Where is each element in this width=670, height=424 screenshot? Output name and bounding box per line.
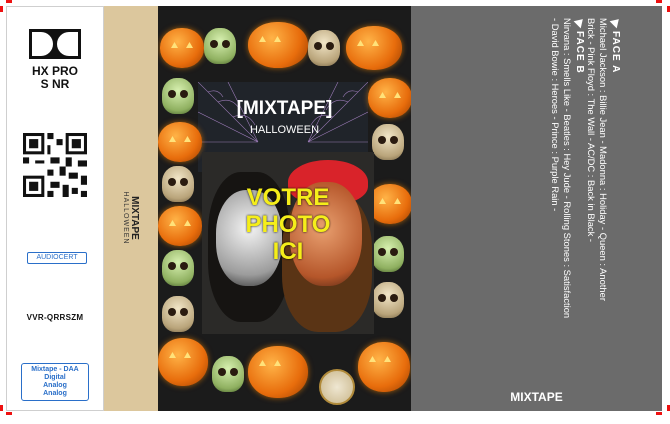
crop-mark bbox=[0, 6, 3, 12]
skull-icon bbox=[212, 356, 244, 392]
skull-icon bbox=[162, 296, 194, 332]
side-b-heading: FACE B bbox=[573, 15, 587, 398]
pumpkin-icon bbox=[248, 22, 308, 68]
format-box: Mixtape - DAA Digital Analog Analog bbox=[21, 363, 89, 401]
tracklist-line: Brick - Pink Floyd : The Wall - AC/DC : … bbox=[586, 18, 597, 243]
format-line: Analog bbox=[43, 390, 67, 397]
tracklist: FACE A Michael Jackson : Billie Jean - M… bbox=[391, 15, 623, 398]
pumpkin-icon bbox=[158, 122, 202, 162]
format-line: Mixtape - DAA bbox=[31, 366, 79, 373]
photo-placeholder-line: PHOTO bbox=[245, 211, 331, 238]
back-panel: FACE A Michael Jackson : Billie Jean - M… bbox=[411, 6, 662, 411]
photo-placeholder-line: ICI bbox=[272, 238, 304, 265]
tracklist-line: Michael Jackson : Billie Jean - Madonna … bbox=[598, 18, 609, 301]
left-panel: HX PRO S NR AUDIOCERT VVR-QRRSZM Mixtape… bbox=[6, 6, 104, 411]
skull-icon bbox=[162, 166, 194, 202]
spine-subtitle: HALLOWEEN bbox=[122, 191, 129, 245]
photo-placeholder-text: VOTRE PHOTO ICI bbox=[202, 184, 374, 265]
skull-icon bbox=[204, 28, 236, 64]
tracklist-line: Nirvana : Smells Like - Beatles : Hey Ju… bbox=[562, 18, 573, 319]
cassette-badge-icon bbox=[319, 369, 355, 405]
nr-label-2: S NR bbox=[40, 77, 70, 91]
back-brand: MIXTAPE bbox=[510, 390, 563, 404]
side-b-label: FACE B bbox=[574, 31, 585, 74]
tape-code: VVR-QRRSZM bbox=[26, 313, 84, 322]
pumpkin-icon bbox=[248, 346, 308, 398]
tracklist-line: - David Bowie : Heroes - Prince : Purple… bbox=[550, 18, 561, 212]
skull-icon bbox=[162, 78, 194, 114]
crop-mark bbox=[6, 412, 12, 415]
triangle-icon bbox=[573, 15, 587, 29]
pumpkin-icon bbox=[158, 338, 208, 386]
photo-placeholder[interactable]: VOTRE PHOTO ICI bbox=[202, 152, 374, 334]
cover-panel: [MIXTAPE] HALLOWEEN VOTRE PHOTO ICI bbox=[158, 6, 411, 411]
crop-mark bbox=[656, 412, 662, 415]
pumpkin-icon bbox=[160, 28, 204, 68]
crop-mark bbox=[6, 0, 12, 3]
format-line: Analog bbox=[43, 382, 67, 389]
spine-label: MIXTAPE HALLOWEEN bbox=[122, 192, 140, 245]
skull-icon bbox=[308, 30, 340, 66]
audiocert-badge: AUDIOCERT bbox=[27, 252, 87, 264]
crop-mark bbox=[0, 405, 3, 411]
spine-panel: MIXTAPE HALLOWEEN bbox=[104, 6, 158, 411]
side-a-label: FACE A bbox=[610, 31, 621, 74]
crop-mark bbox=[656, 0, 662, 3]
triangle-icon bbox=[609, 15, 623, 29]
pumpkin-icon bbox=[158, 206, 202, 246]
qr-code-icon bbox=[23, 133, 87, 197]
format-line: Digital bbox=[44, 374, 66, 381]
side-a-heading: FACE A bbox=[609, 15, 623, 398]
skull-icon bbox=[162, 250, 194, 286]
spine-title: MIXTAPE bbox=[129, 196, 140, 240]
photo-placeholder-line: VOTRE bbox=[246, 184, 330, 211]
dolby-logo-icon bbox=[29, 29, 81, 59]
